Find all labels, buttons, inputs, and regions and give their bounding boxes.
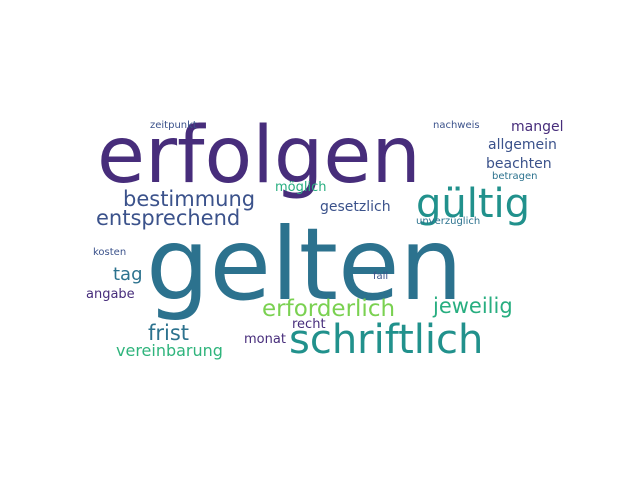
word-allgemein: allgemein [488, 137, 557, 153]
word-jeweilig: jeweilig [433, 294, 513, 318]
word-tag: tag [113, 264, 143, 285]
word-gesetzlich: gesetzlich [320, 199, 391, 215]
word-nachweis: nachweis [433, 120, 480, 131]
word-fall: fall [373, 271, 389, 282]
word-vereinbarung: vereinbarung [116, 341, 223, 360]
word-moeglich: möglich [275, 180, 327, 195]
word-mangel: mangel [511, 119, 564, 135]
word-unverzueglich: unverzüglich [416, 216, 481, 227]
word-erfolgen: erfolgen [97, 111, 421, 201]
word-kosten: kosten [93, 247, 127, 258]
word-beachten: beachten [486, 156, 552, 172]
word-entsprechend: entsprechend [96, 206, 241, 230]
word-erforderlich: erforderlich [262, 296, 396, 322]
word-angabe: angabe [86, 287, 135, 302]
word-betragen: betragen [492, 171, 538, 182]
word-zeitpunkt: zeitpunkt [150, 120, 197, 131]
word-recht: recht [292, 317, 326, 332]
word-cloud: gelten erfolgen schriftlich gültig erfor… [0, 0, 640, 480]
word-monat: monat [244, 332, 286, 347]
